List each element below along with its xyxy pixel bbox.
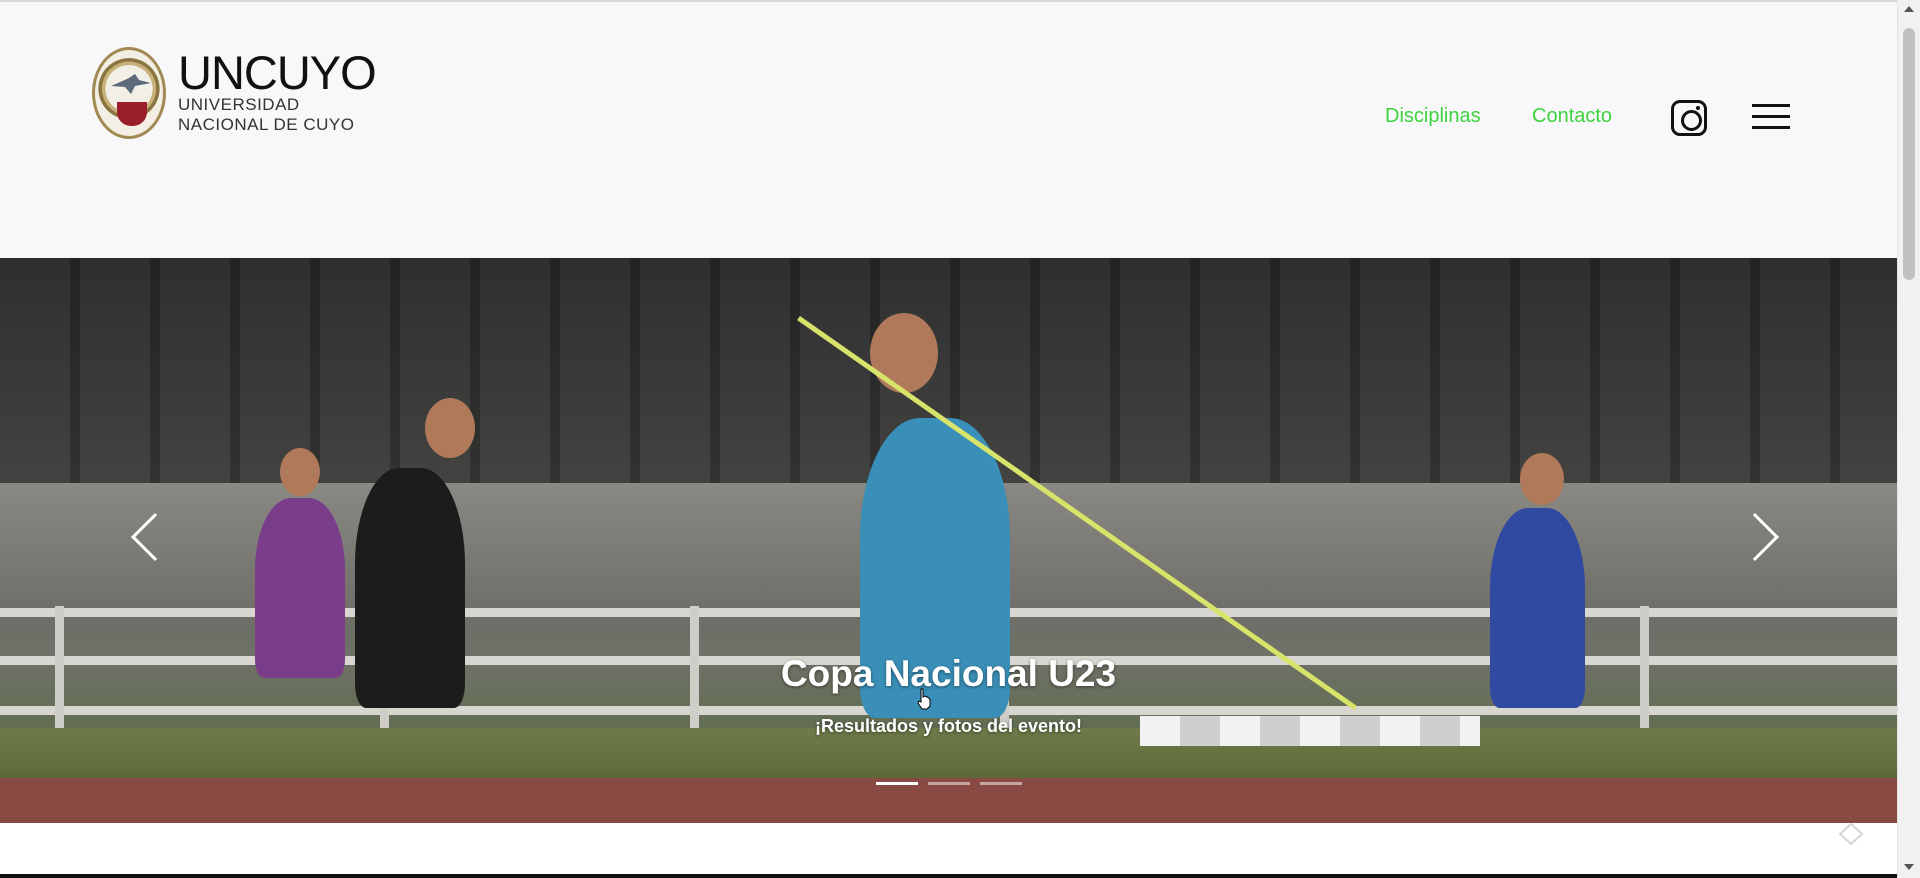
nav-link-disciplinas[interactable]: Disciplinas (1385, 98, 1481, 134)
page: UNCUYO UNIVERSIDAD NACIONAL DE CUYO Disc… (0, 0, 1897, 878)
scroll-up-icon[interactable] (1904, 6, 1914, 12)
uncuyo-logo[interactable]: UNCUYO UNIVERSIDAD NACIONAL DE CUYO (92, 46, 377, 139)
scrollbar-thumb[interactable] (1903, 28, 1915, 280)
hand-cursor-icon (917, 688, 931, 710)
carousel-indicators (876, 782, 1022, 785)
site-header: UNCUYO UNIVERSIDAD NACIONAL DE CUYO Disc… (0, 2, 1897, 258)
carousel-indicator[interactable] (980, 782, 1022, 785)
vertical-scrollbar[interactable] (1897, 0, 1920, 878)
nav-link-contacto[interactable]: Contacto (1532, 98, 1612, 134)
widget-icon[interactable] (1836, 818, 1866, 848)
logo-subtitle-line2: NACIONAL DE CUYO (178, 115, 355, 134)
carousel-indicator[interactable] (928, 782, 970, 785)
instagram-icon[interactable] (1671, 100, 1707, 136)
logo-text: UNCUYO UNIVERSIDAD NACIONAL DE CUYO (178, 46, 377, 135)
hero-carousel: Copa Nacional U23 ¡Resultados y fotos de… (0, 258, 1897, 823)
content-area (0, 823, 1897, 878)
scroll-down-icon[interactable] (1904, 864, 1914, 870)
logo-name: UNCUYO (178, 46, 377, 99)
university-seal-icon (92, 47, 166, 139)
hero-subtitle: ¡Resultados y fotos del evento! (814, 716, 1083, 736)
athlete-figure (255, 498, 345, 678)
carousel-indicator[interactable] (876, 782, 918, 785)
hero-title: Copa Nacional U23 (780, 653, 1117, 694)
hamburger-menu-icon[interactable] (1752, 104, 1790, 130)
